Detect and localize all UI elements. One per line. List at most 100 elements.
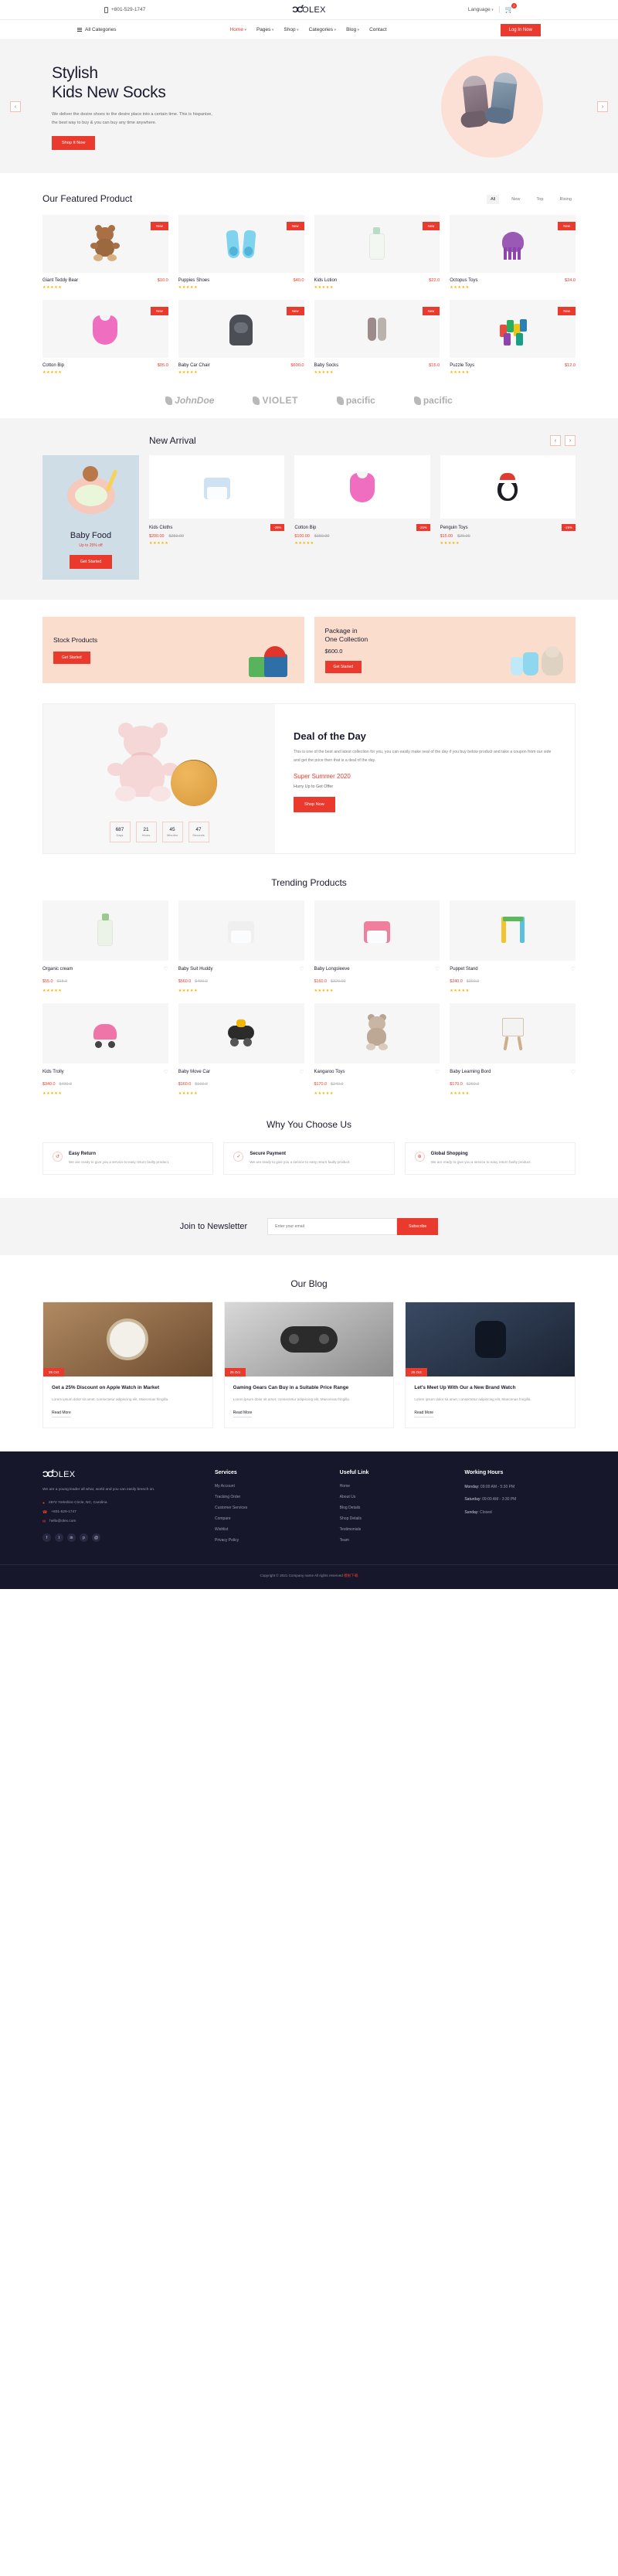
product-card[interactable]: New Octopus Toys $24.0 ★★★★★ [450,215,576,290]
footer-link[interactable]: About Us [340,1495,451,1499]
footer-link[interactable]: Customer Services [215,1506,326,1510]
instagram-icon[interactable]: @ [92,1533,100,1543]
product-thumbnail [450,1003,576,1063]
footer-link[interactable]: Team [340,1538,451,1543]
nav-item-blog[interactable]: Blog ▾ [346,27,359,32]
promo-title: Package in One Collection [324,626,368,643]
promo-banner-stock[interactable]: Stock Products Get Started [42,617,304,683]
cotton-bip-icon [345,467,380,507]
footer-link[interactable]: Wishlist [215,1527,326,1532]
product-price: $22.0 [429,278,440,283]
footer-phone[interactable]: ☎ +801-529-1747 [42,1510,201,1515]
footer-email[interactable]: ✉ hello@olex.com [42,1519,201,1524]
hero-prev-button[interactable]: ‹ [10,101,21,112]
new-arrival-card[interactable]: Cotton Bip -25% $100.00 $150.00 ★★★★★ [294,455,430,580]
promo-banner-package[interactable]: Package in One Collection $600.0 Get Star… [314,617,576,683]
hero-shop-button[interactable]: Shop It Now [52,136,96,151]
product-card[interactable]: Baby Move Car ♡ $160.0 $160.0 ★★★★★ [178,1003,304,1096]
product-card[interactable]: Kangaroo Toys ♡ $170.0 $240.0 ★★★★★ [314,1003,440,1096]
product-card[interactable]: Kids Trolly ♡ $340.0 $400.0 ★★★★★ [42,1003,168,1096]
product-thumbnail [149,455,285,519]
filter-new[interactable]: New [508,195,524,204]
wishlist-heart-icon[interactable]: ♡ [435,1069,440,1075]
cart-button[interactable]: 🛒 2 [505,3,517,14]
facebook-icon[interactable]: f [42,1533,51,1543]
newsletter-subscribe-button[interactable]: Subscribe [397,1218,439,1236]
product-card[interactable]: Baby Suit Huddy ♡ $560.0 $400.0 ★★★★★ [178,900,304,993]
shoes-icon [223,224,259,264]
wishlist-heart-icon[interactable]: ♡ [299,1069,304,1075]
nav-item-pages[interactable]: Pages ▾ [256,27,273,32]
twitter-icon[interactable]: t [55,1533,63,1543]
blog-section: Our Blog 25 Oct Get a 25% Discount on Ap… [42,1278,576,1428]
filter-top[interactable]: Top [532,195,547,204]
rating-stars: ★★★★★ [178,1091,199,1096]
footer-link[interactable]: Tracking Order [215,1495,326,1499]
new-arrival-prev-button[interactable]: ‹ [550,435,561,446]
brand-logo-pacific-2: pacific [413,395,453,406]
promo-button[interactable]: Get Started [324,661,362,674]
nav-item-contact[interactable]: Contact [369,27,386,32]
footer-link[interactable]: My Account [215,1484,326,1489]
footer-link[interactable]: Privacy Policy [215,1538,326,1543]
wishlist-heart-icon[interactable]: ♡ [571,966,576,972]
product-name: Puppies Shoes [178,278,210,283]
wishlist-heart-icon[interactable]: ♡ [163,1069,168,1075]
blog-card[interactable]: 25 Oct Get a 25% Discount on Apple Watch… [42,1302,213,1428]
new-arrival-card[interactable]: Kids Cloths -25% $200.00 $250.00 ★★★★★ [149,455,285,580]
product-card[interactable]: New Baby Socks $15.0 ★★★★★ [314,300,440,375]
product-card[interactable]: New Cotton Bip $05.0 ★★★★★ [42,300,168,375]
product-card[interactable]: New Giant Teddy Bear $10.0 ★★★★★ [42,215,168,290]
filter-all[interactable]: All [487,195,500,204]
hero-next-button[interactable]: › [597,101,608,112]
newsletter-email-input[interactable] [267,1218,398,1236]
why-card-global-shopping: ⊕ Global Shopping We are ready to give yo… [404,1142,576,1176]
baby-food-promo[interactable]: Baby Food Up to 25% off Get Started [42,455,139,580]
pinterest-icon[interactable]: p [80,1533,88,1543]
new-arrival-card[interactable]: Penguin Toys -25% $15.00 $20.00 ★★★★★ [440,455,576,580]
site-logo[interactable]: ƆƇOLEX [292,5,325,15]
why-card-text: We are ready to give you a service to ea… [250,1160,351,1164]
wishlist-heart-icon[interactable]: ♡ [163,966,168,972]
filter-rising[interactable]: Rising [555,195,576,204]
footer-link[interactable]: Blog Details [340,1506,451,1510]
new-arrival-next-button[interactable]: › [565,435,576,446]
footer-column-title: Working Hours [464,1469,504,1475]
wishlist-heart-icon[interactable]: ♡ [435,966,440,972]
wishlist-heart-icon[interactable]: ♡ [299,966,304,972]
blog-card[interactable]: 25 Oct Gaming Gears Can Buy in a Suitabl… [223,1302,395,1428]
login-button[interactable]: Log In Now [500,23,541,36]
footer-link[interactable]: Compare [215,1516,326,1521]
blog-read-more-link[interactable]: Read More [52,1411,71,1417]
language-selector[interactable]: Language ▾ [468,7,494,12]
product-card[interactable]: New Puppies Shoes $40.0 ★★★★★ [178,215,304,290]
footer-link[interactable]: Testimonials [340,1527,451,1532]
wishlist-heart-icon[interactable]: ♡ [571,1069,576,1075]
nav-item-home[interactable]: Home ▾ [230,27,246,32]
promo-get-started-button[interactable]: Get Started [69,555,113,569]
all-categories-button[interactable]: All Categories [77,27,116,32]
product-thumbnail: New [178,300,304,358]
deal-shop-now-button[interactable]: Shop Now [294,796,335,812]
sock-graphic-right [489,71,518,124]
product-card[interactable]: New Baby Car Chair $600.0 ★★★★★ [178,300,304,375]
product-card[interactable]: Organic cream ♡ $55.0 $18.0 ★★★★★ [42,900,168,993]
product-card[interactable]: New Puzzle Toys $12.0 ★★★★★ [450,300,576,375]
product-card[interactable]: Baby Learning Bord ♡ $170.0 $260.0 ★★★★★ [450,1003,576,1096]
blog-read-more-link[interactable]: Read More [414,1411,434,1417]
product-old-price: $400.0 [59,1082,73,1087]
copyright-link[interactable]: 模板下载 [344,1574,358,1577]
footer-link[interactable]: Shop Details [340,1516,451,1521]
blog-read-more-link[interactable]: Read More [233,1411,253,1417]
nav-item-categories[interactable]: Categories ▾ [309,27,336,32]
product-card[interactable]: New Kids Lotion $22.0 ★★★★★ [314,215,440,290]
promo-button[interactable]: Get Started [53,651,90,664]
blog-card[interactable]: 25 Oct Let's Meet Up With Our a New Bran… [405,1302,576,1428]
linkedin-icon[interactable]: in [67,1533,76,1543]
footer-logo[interactable]: ƆƇOLEX [42,1470,201,1479]
chevron-down-icon: ▾ [357,28,360,32]
product-card[interactable]: Puppet Stand ♡ $240.0 $360.0 ★★★★★ [450,900,576,993]
footer-link[interactable]: Home [340,1484,451,1489]
product-card[interactable]: Baby Longsleeve ♡ $160.0 $320.00 ★★★★★ [314,900,440,993]
nav-item-shop[interactable]: Shop ▾ [284,27,298,32]
